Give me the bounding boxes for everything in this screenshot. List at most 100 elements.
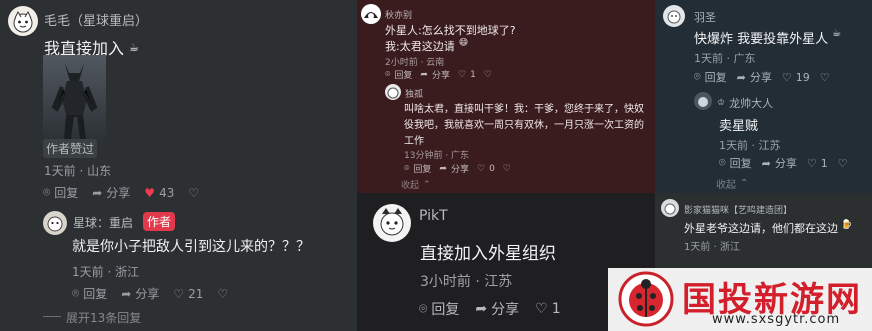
like-button[interactable]: ♡ 19 bbox=[782, 71, 810, 84]
reply-label: 回复 bbox=[729, 157, 752, 170]
dislike-icon: ♡ bbox=[217, 286, 229, 301]
dislike-button[interactable]: ♡ bbox=[820, 71, 830, 84]
reply-meta: 13分钟前 · 广东 bbox=[404, 151, 470, 161]
comment-image[interactable] bbox=[43, 55, 106, 141]
share-button[interactable]: ➦ 分享 bbox=[420, 68, 450, 82]
reply-button[interactable]: ⌾ 回复 bbox=[694, 69, 727, 85]
reply-text: 卖星贼 bbox=[719, 119, 759, 134]
username[interactable]: 羽圣 bbox=[694, 9, 716, 25]
collapse-label: 收起 bbox=[401, 181, 420, 191]
username[interactable]: 影家猫猫咪【艺鸣建造团】 bbox=[684, 203, 792, 216]
reply-actions: ⌾ 回复 ➦ 分享 ♡ 21 ♡ bbox=[72, 285, 228, 302]
collapse-button[interactable]: 收起 ⌃ bbox=[716, 176, 748, 191]
reply-label: 回复 bbox=[704, 71, 727, 84]
reply-button[interactable]: ⌾ 回复 bbox=[43, 184, 78, 201]
share-label: 分享 bbox=[774, 157, 797, 170]
share-icon: ➦ bbox=[475, 301, 488, 317]
emoji-icon: ☕ bbox=[129, 40, 139, 54]
like-count: 19 bbox=[795, 70, 810, 84]
heart-icon: ♡ bbox=[476, 163, 486, 174]
like-count: 1 bbox=[820, 156, 828, 170]
like-button[interactable]: ♡ 21 bbox=[173, 287, 203, 301]
dislike-icon: ♡ bbox=[483, 69, 492, 80]
heart-icon: ♡ bbox=[781, 70, 792, 84]
comment-text-value: 外星老爷这边请，他们都在这边 bbox=[684, 222, 838, 235]
share-label: 分享 bbox=[491, 302, 520, 318]
emoji-icon: ☕ bbox=[832, 28, 842, 39]
emoji-icon: 🍺 bbox=[841, 220, 853, 230]
like-button[interactable]: ♡ 1 bbox=[807, 157, 828, 170]
share-button[interactable]: ➦ 分享 bbox=[475, 299, 519, 319]
dislike-button[interactable]: ♡ bbox=[217, 287, 228, 301]
like-button[interactable]: ♡ 1 bbox=[458, 70, 476, 80]
reply-line-1: 叫啥太君，直接叫干爹！我：干爹，您终于来了，快奴 bbox=[404, 104, 644, 115]
reply-actions: ⌾ 回复 ➦ 分享 ♡ 0 ♡ bbox=[404, 162, 511, 176]
reply-button[interactable]: ⌾ 回复 bbox=[719, 155, 752, 171]
reply-avatar[interactable] bbox=[43, 211, 67, 235]
comment-meta: 3小时前 · 江苏 bbox=[420, 274, 513, 290]
reply-button[interactable]: ⌾ 回复 bbox=[419, 299, 459, 319]
username[interactable]: 秋亦别 bbox=[385, 8, 412, 21]
username[interactable]: PikT bbox=[419, 208, 448, 224]
comment-meta: 1天前 · 浙江 bbox=[684, 242, 740, 253]
reply-username[interactable]: 独孤 bbox=[405, 87, 423, 100]
reply-icon: ⌾ bbox=[43, 185, 51, 199]
share-button[interactable]: ➦ 分享 bbox=[92, 184, 130, 201]
comment-collage: 毛毛（星球重启） 我直接加入 ☕ 作者赞过 1天前 · 山东 ⌾ 回复 ➦ 分享 ♥… bbox=[0, 0, 872, 331]
avatar[interactable] bbox=[373, 204, 411, 242]
share-label: 分享 bbox=[450, 165, 469, 175]
chevron-up-icon: ⌃ bbox=[740, 178, 749, 189]
reply-avatar[interactable] bbox=[694, 92, 712, 110]
like-count: 43 bbox=[159, 185, 175, 200]
avatar[interactable] bbox=[8, 6, 38, 36]
share-label: 分享 bbox=[135, 287, 160, 301]
heart-filled-icon: ♥ bbox=[144, 185, 156, 200]
share-label: 分享 bbox=[106, 186, 131, 200]
expand-replies-divider bbox=[43, 316, 61, 317]
comment-text: 快爆炸 我要投靠外星人 ☕ bbox=[694, 28, 841, 47]
avatar[interactable] bbox=[663, 5, 685, 27]
reply-username[interactable]: 星球：重启 bbox=[73, 214, 133, 231]
share-icon: ➦ bbox=[92, 185, 103, 200]
share-button[interactable]: ➦ 分享 bbox=[737, 69, 772, 85]
reply-button[interactable]: ⌾ 回复 bbox=[404, 162, 431, 176]
comment-meta: 2小时前 · 云南 bbox=[385, 58, 445, 68]
share-button[interactable]: ➦ 分享 bbox=[439, 162, 469, 176]
share-icon: ➦ bbox=[736, 70, 746, 84]
dislike-icon: ♡ bbox=[837, 156, 848, 170]
ladybug-logo-icon bbox=[618, 271, 674, 327]
chevron-up-icon: ⌃ bbox=[423, 179, 431, 190]
reply-avatar[interactable] bbox=[385, 84, 401, 100]
comment-actions: ⌾ 回复 ➦ 分享 ♡ 19 ♡ bbox=[694, 69, 830, 85]
reply-username[interactable]: ♔ 龙帅大人 bbox=[717, 95, 773, 111]
like-button[interactable]: ♡ 0 bbox=[477, 164, 495, 174]
dislike-button[interactable]: ♡ bbox=[838, 157, 848, 170]
reply-icon: ⌾ bbox=[72, 286, 80, 300]
reply-button[interactable]: ⌾ 回复 bbox=[385, 68, 413, 82]
like-button[interactable]: ♥ 43 bbox=[144, 186, 174, 200]
share-icon: ➦ bbox=[761, 156, 771, 170]
comment-panel-3: 羽圣 快爆炸 我要投靠外星人 ☕ 1天前 · 广东 ⌾ 回复 ➦ 分享 ♡ 19 ♡ ♔… bbox=[655, 0, 872, 193]
collapse-label: 收起 bbox=[716, 180, 736, 191]
author-tag: 作者 bbox=[143, 212, 176, 231]
dislike-icon: ♡ bbox=[502, 163, 511, 174]
share-button[interactable]: ➦ 分享 bbox=[762, 155, 797, 171]
collapse-button[interactable]: 收起 ⌃ bbox=[401, 178, 431, 192]
avatar[interactable] bbox=[361, 4, 381, 24]
reply-icon: ⌾ bbox=[719, 156, 726, 169]
share-button[interactable]: ➦ 分享 bbox=[121, 285, 159, 302]
expand-replies-button[interactable]: 展开13条回复 bbox=[66, 309, 141, 326]
dislike-button[interactable]: ♡ bbox=[484, 70, 492, 80]
reply-username-text: 龙帅大人 bbox=[729, 97, 774, 110]
dislike-button[interactable]: ♡ bbox=[188, 186, 199, 200]
username[interactable]: 毛毛（星球重启） bbox=[44, 10, 148, 29]
reply-button[interactable]: ⌾ 回复 bbox=[72, 285, 107, 302]
like-count: 1 bbox=[470, 69, 476, 80]
comment-line-2: 我:太君这边请 😄 bbox=[385, 38, 468, 54]
like-button[interactable]: ♡ 1 bbox=[535, 301, 560, 317]
reply-label: 回复 bbox=[394, 71, 413, 81]
heart-icon: ♡ bbox=[457, 69, 467, 80]
avatar[interactable] bbox=[661, 199, 679, 217]
comment-line-1: 外星人:怎么找不到地球了? bbox=[385, 24, 516, 37]
dislike-button[interactable]: ♡ bbox=[503, 164, 511, 174]
